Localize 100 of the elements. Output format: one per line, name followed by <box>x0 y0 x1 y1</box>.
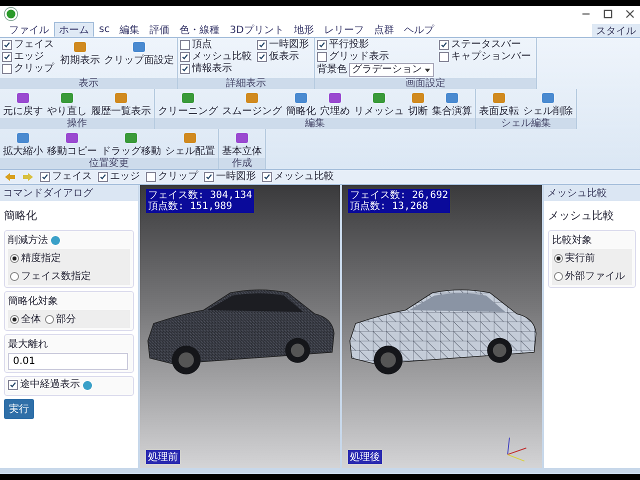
radio-option[interactable]: フェイス数指定 <box>10 269 91 283</box>
select-label: 背景色 <box>317 64 347 76</box>
checkmark-icon <box>205 173 213 181</box>
checkmark-icon <box>263 173 271 181</box>
viewport-caption: 処理前 <box>146 450 180 464</box>
tool-icon <box>371 90 387 106</box>
tool-icon <box>491 90 507 106</box>
ribbon-group-title: 作成 <box>219 158 265 169</box>
tool-icon <box>182 130 198 146</box>
ribbon-button[interactable]: 拡大縮小 <box>2 130 44 157</box>
section-label: 比較対象 <box>552 234 592 247</box>
ribbon-tab[interactable]: ヘルプ <box>398 22 439 37</box>
section-label: 削減方法 <box>8 234 48 247</box>
ribbon-button[interactable]: シェル削除 <box>522 90 574 117</box>
ribbon-checkbox[interactable]: 一時図形 <box>257 39 309 51</box>
ribbon-group-title: 編集 <box>155 118 475 129</box>
ribbon-button[interactable]: スムージング <box>221 90 283 117</box>
style-menu[interactable]: スタイル <box>592 24 640 37</box>
ribbon-tab[interactable]: レリーフ <box>318 22 369 37</box>
tool-icon <box>444 90 460 106</box>
radio-option[interactable]: 精度指定 <box>10 251 61 265</box>
ribbon-checkbox[interactable]: メッシュ比較 <box>180 51 252 63</box>
ribbon-checkbox[interactable]: フェイス <box>2 39 54 51</box>
ribbon-tab[interactable]: ホーム <box>54 22 94 37</box>
forward-arrow-icon[interactable] <box>22 171 34 183</box>
tool-icon <box>540 90 556 106</box>
ribbon-tab[interactable]: 評価 <box>144 22 175 37</box>
ribbon-tab[interactable]: sc <box>94 22 115 37</box>
viewport-caption: 処理後 <box>348 450 382 464</box>
maximize-icon[interactable] <box>602 8 614 20</box>
ribbon-button[interactable]: 集合演算 <box>431 90 473 117</box>
caret-icon <box>424 66 431 74</box>
ribbon-checkbox[interactable]: エッジ <box>2 51 54 63</box>
background-select[interactable]: グラデーション <box>349 63 434 77</box>
ribbon-button[interactable]: クリーニング <box>157 90 219 117</box>
radio-option[interactable]: 実行前 <box>554 251 595 265</box>
back-arrow-icon[interactable] <box>4 171 16 183</box>
ribbon-checkbox[interactable]: 情報表示 <box>180 63 252 75</box>
mesh-info-label: フェイス数: 26,692 頂点数: 13,268 <box>348 189 450 213</box>
ribbon-button[interactable]: 穴埋め <box>319 90 351 117</box>
quick-checkbox[interactable]: クリップ <box>146 171 198 183</box>
panel-header: メッシュ比較 <box>544 185 640 201</box>
ribbon-button[interactable]: 履歴一覧表示 <box>90 90 152 117</box>
ribbon-tab[interactable]: 点群 <box>368 22 399 37</box>
tool-icon <box>131 39 147 55</box>
tool-icon <box>410 90 426 106</box>
option-checkbox[interactable]: 途中経過表示 <box>8 379 80 391</box>
ribbon-button[interactable]: クリップ面設定 <box>103 39 175 66</box>
section-label: 簡略化対象 <box>8 294 58 308</box>
tool-icon <box>327 90 343 106</box>
ribbon-checkbox[interactable]: 仮表示 <box>257 51 309 63</box>
ribbon-button[interactable]: 移動コピー <box>46 130 98 157</box>
ribbon-button[interactable]: 切断 <box>407 90 429 117</box>
help-icon[interactable] <box>83 380 92 390</box>
quick-checkbox[interactable]: メッシュ比較 <box>262 171 334 183</box>
ribbon-group-title: 詳細表示 <box>178 78 314 89</box>
panel-title: 簡略化 <box>4 208 38 224</box>
ribbon-button[interactable]: 簡略化 <box>285 90 317 117</box>
ribbon-button[interactable]: 表面反転 <box>478 90 520 117</box>
ribbon-checkbox[interactable]: 頂点 <box>180 39 252 51</box>
ribbon-button[interactable]: ドラッグ移動 <box>100 130 162 157</box>
ribbon-tab[interactable]: ファイル <box>4 22 54 37</box>
tool-icon <box>72 39 88 55</box>
ribbon-group-title: 画面設定 <box>315 78 536 89</box>
mesh-info-label: フェイス数: 304,134 頂点数: 151,989 <box>146 189 254 213</box>
tool-icon <box>293 90 309 106</box>
panel-title: メッシュ比較 <box>548 208 615 224</box>
ribbon-tab[interactable]: 色・線種 <box>174 22 225 37</box>
quick-checkbox[interactable]: フェイス <box>40 171 92 183</box>
ribbon-button[interactable]: やり直し <box>46 90 88 117</box>
radio-option[interactable]: 外部ファイル <box>554 269 625 283</box>
ribbon-group-title: シェル編集 <box>476 118 576 129</box>
close-icon[interactable] <box>624 8 636 20</box>
ribbon-group-title: 表示 <box>0 78 177 89</box>
radio-option[interactable]: 部分 <box>45 312 76 326</box>
ribbon-tab[interactable]: 地形 <box>288 22 319 37</box>
ribbon-button[interactable]: リメッシュ <box>353 90 405 117</box>
ribbon-checkbox[interactable]: 平行投影 <box>317 39 434 51</box>
tool-icon <box>113 90 129 106</box>
quick-checkbox[interactable]: 一時図形 <box>204 171 256 183</box>
ribbon-button[interactable]: 初期表示 <box>59 39 101 66</box>
radio-option[interactable]: 全体 <box>10 312 41 326</box>
ribbon-button[interactable]: シェル配置 <box>164 130 216 157</box>
ribbon-button[interactable]: 基本立体 <box>221 130 263 157</box>
run-button[interactable]: 実行 <box>4 399 34 419</box>
tool-icon <box>64 130 80 146</box>
ribbon-checkbox[interactable]: クリップ <box>2 63 54 75</box>
ribbon-button[interactable]: 元に戻す <box>2 90 44 117</box>
checkmark-icon <box>440 41 448 49</box>
tool-icon <box>59 90 75 106</box>
input-field[interactable]: 0.01 <box>8 353 128 370</box>
ribbon-tab[interactable]: 3Dプリント <box>224 22 289 37</box>
quick-checkbox[interactable]: エッジ <box>98 171 140 183</box>
ribbon-checkbox[interactable]: ステータスバー <box>439 39 531 51</box>
ribbon-checkbox[interactable]: グリッド表示 <box>317 51 434 63</box>
help-icon[interactable] <box>51 236 60 244</box>
tool-icon <box>244 90 260 106</box>
ribbon-checkbox[interactable]: キャプションバー <box>439 51 531 63</box>
ribbon-tab[interactable]: 編集 <box>114 22 145 37</box>
tool-icon <box>180 90 196 106</box>
